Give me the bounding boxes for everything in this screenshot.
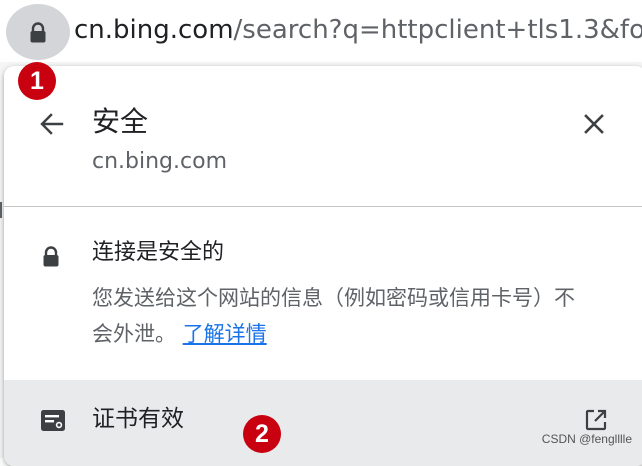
back-button[interactable] [38,110,66,138]
arrow-back-icon [40,113,64,135]
learn-more-link[interactable]: 了解详情 [183,322,267,346]
divider [4,206,642,207]
popup-title: 安全 [92,105,149,138]
watermark: CSDN @fenglllle [541,432,632,446]
connection-description-text: 您发送给这个网站的信息（例如密码或信用卡号）不会外泄。 [92,286,575,346]
annotation-marker-1: 1 [18,62,56,100]
certificate-label: 证书有效 [92,406,184,432]
site-security-popup: 安全 cn.bing.com 连接是安全的 您发送给这个网站的信息（例如密码或信… [4,66,642,466]
address-bar[interactable]: cn.bing.com/search?q=httpclient+tls1.3&f… [0,0,642,62]
certificate-icon [41,410,65,431]
lock-icon [30,22,46,43]
annotation-marker-2: 2 [243,415,281,453]
url-text[interactable]: cn.bing.com/search?q=httpclient+tls1.3&f… [74,12,642,48]
connection-status-description: 您发送给这个网站的信息（例如密码或信用卡号）不会外泄。 了解详情 [92,280,590,352]
lock-icon [43,246,59,267]
site-info-button[interactable] [6,4,70,60]
popup-site-host: cn.bing.com [92,149,227,174]
close-button[interactable] [580,110,608,138]
open-in-new-icon[interactable] [584,408,608,432]
close-icon [584,114,604,134]
connection-status-title: 连接是安全的 [92,240,225,265]
url-host: cn.bing.com [74,15,234,45]
certificate-row[interactable]: 证书有效 [4,380,642,466]
url-path: /search?q=httpclient+tls1.3&fo [233,15,642,45]
